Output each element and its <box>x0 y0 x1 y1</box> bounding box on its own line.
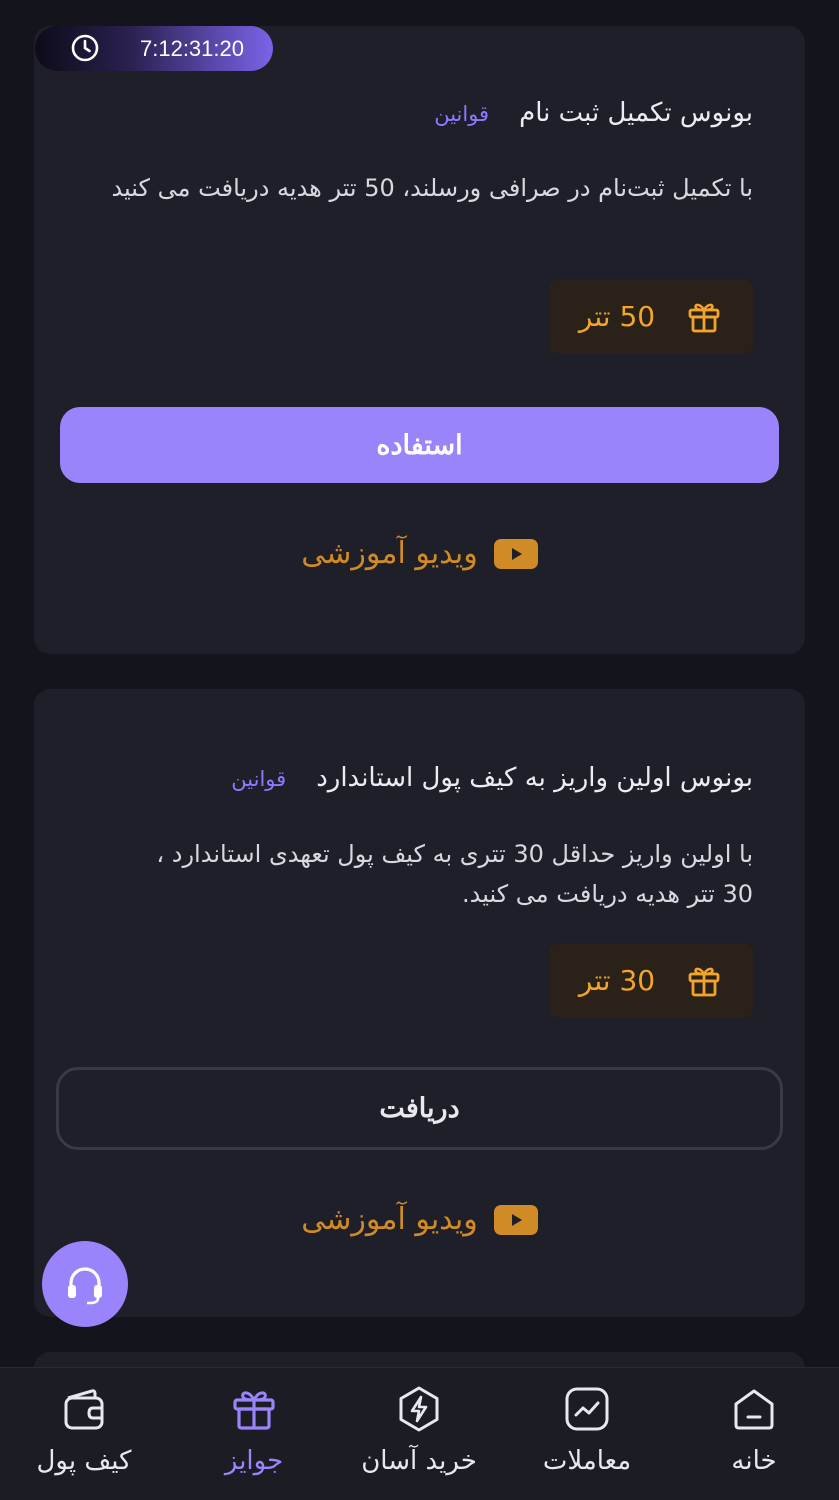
use-button[interactable]: استفاده <box>60 407 779 483</box>
reward-amount: 30 تتر <box>578 964 656 997</box>
countdown-timer: 7:12:31:20 <box>35 26 273 71</box>
nav-item-home[interactable]: خانه <box>674 1368 834 1500</box>
nav-label: معاملات <box>542 1446 632 1476</box>
gift-icon <box>233 1391 275 1430</box>
video-label: ویدیو آموزشی <box>301 536 478 571</box>
card-title: بونوس اولین واریز به کیف پول استاندارد <box>316 763 753 793</box>
reward-badge: 50 تتر <box>549 279 753 354</box>
card-description: با تکمیل ثبت‌نام در صرافی ورسلند، 50 تتر… <box>111 174 753 202</box>
youtube-play-icon <box>493 538 538 569</box>
home-icon <box>734 1389 774 1430</box>
bottom-navigation: خانه معاملات خرید آسان جوایز کیف پول <box>0 1367 839 1500</box>
nav-label: خرید آسان <box>361 1446 477 1476</box>
wallet-icon <box>64 1389 104 1430</box>
countdown-time: 7:12:31:20 <box>140 36 244 61</box>
nav-item-easy-buy[interactable]: خرید آسان <box>339 1368 499 1500</box>
tutorial-video-link[interactable]: ویدیو آموزشی <box>34 1202 805 1237</box>
chart-icon <box>565 1387 609 1431</box>
youtube-play-icon <box>493 1204 538 1235</box>
receive-button[interactable]: دریافت <box>56 1067 783 1150</box>
card-header: بونوس اولین واریز به کیف پول استاندارد ق… <box>231 763 753 793</box>
reward-amount: 50 تتر <box>578 300 656 333</box>
gift-icon <box>688 303 720 332</box>
headset-icon <box>68 1267 102 1305</box>
card-header: بونوس تکمیل ثبت نام قوانین <box>434 98 753 128</box>
clock-icon <box>71 34 99 62</box>
gift-icon <box>688 967 720 996</box>
card-title: بونوس تکمیل ثبت نام <box>519 98 753 128</box>
rewards-screen: 7:12:31:20 بونوس تکمیل ثبت نام قوانین با… <box>0 0 839 1500</box>
nav-item-trades[interactable]: معاملات <box>507 1368 667 1500</box>
rules-link[interactable]: قوانین <box>434 102 489 126</box>
nav-label: کیف پول <box>36 1446 132 1476</box>
reward-badge: 30 تتر <box>549 943 753 1018</box>
video-label: ویدیو آموزشی <box>301 1202 478 1237</box>
nav-label: جوایز <box>224 1446 284 1476</box>
nav-label: خانه <box>731 1446 777 1476</box>
lightning-icon <box>399 1386 439 1432</box>
bonus-card-first-deposit: بونوس اولین واریز به کیف پول استاندارد ق… <box>34 689 805 1317</box>
card-description: با اولین واریز حداقل 30 تتری به کیف پول … <box>156 840 753 908</box>
support-button[interactable] <box>42 1241 128 1327</box>
nav-item-rewards[interactable]: جوایز <box>174 1368 334 1500</box>
tutorial-video-link[interactable]: ویدیو آموزشی <box>34 536 805 571</box>
nav-item-wallet[interactable]: کیف پول <box>4 1368 164 1500</box>
bonus-card-registration: بونوس تکمیل ثبت نام قوانین با تکمیل ثبت‌… <box>34 26 805 654</box>
rules-link[interactable]: قوانین <box>231 767 286 791</box>
